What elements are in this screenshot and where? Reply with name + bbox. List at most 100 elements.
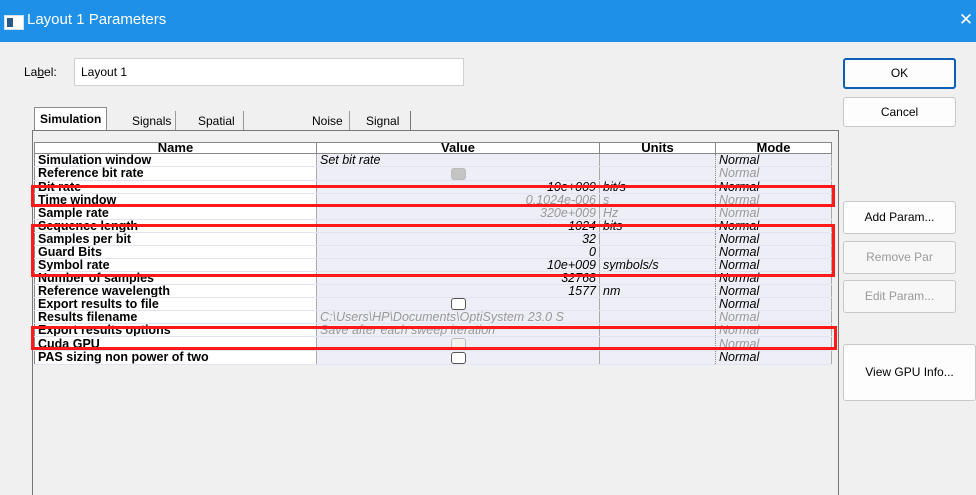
- param-name: Reference bit rate: [34, 166, 317, 181]
- param-value[interactable]: [316, 166, 600, 181]
- table-row[interactable]: Symbol rate 10e+009 symbols/s Normal: [34, 258, 832, 272]
- param-name: Reference wavelength: [34, 284, 317, 298]
- checkbox[interactable]: [450, 298, 466, 310]
- param-mode[interactable]: Normal: [715, 336, 832, 352]
- table-row[interactable]: Bit rate 10e+009 bit/s Normal: [34, 180, 832, 194]
- param-value[interactable]: 10e+009: [316, 258, 600, 272]
- param-mode[interactable]: Normal: [715, 284, 832, 298]
- param-name: PAS sizing non power of two: [34, 350, 317, 365]
- param-mode[interactable]: Normal: [715, 258, 832, 272]
- tab-spatial-effects[interactable]: Spatial effects: [190, 111, 244, 148]
- param-value[interactable]: 320e+009: [316, 206, 600, 220]
- param-mode[interactable]: Normal: [715, 350, 832, 365]
- tab-signals[interactable]: Signals: [128, 111, 177, 131]
- param-mode[interactable]: Normal: [715, 271, 832, 285]
- param-name: Time window: [34, 193, 317, 207]
- param-name: Bit rate: [34, 180, 317, 194]
- param-value[interactable]: [316, 350, 600, 365]
- param-units: [599, 153, 716, 167]
- param-mode[interactable]: Normal: [715, 232, 832, 246]
- cancel-button[interactable]: Cancel: [843, 97, 956, 127]
- param-value[interactable]: 0: [316, 245, 600, 259]
- param-name: Sequence length: [34, 219, 317, 233]
- table-row[interactable]: Reference wavelength 1577 nm Normal: [34, 284, 832, 298]
- param-value[interactable]: 32: [316, 232, 600, 246]
- view-gpu-info-button[interactable]: View GPU Info...: [843, 344, 976, 401]
- column-header-mode[interactable]: Mode: [715, 141, 832, 154]
- table-row[interactable]: Samples per bit 32 Normal: [34, 232, 832, 246]
- checkbox[interactable]: [450, 167, 466, 180]
- param-mode[interactable]: Normal: [715, 245, 832, 259]
- param-name: Symbol rate: [34, 258, 317, 272]
- add-param-button[interactable]: Add Param...: [843, 201, 956, 234]
- param-mode[interactable]: Normal: [715, 323, 832, 338]
- label-caption: Label:: [24, 65, 57, 79]
- table-row[interactable]: Export results to file Normal: [34, 297, 832, 312]
- param-value[interactable]: 32768: [316, 271, 600, 285]
- checkbox[interactable]: [450, 351, 466, 364]
- param-mode[interactable]: Normal: [715, 180, 832, 194]
- table-row[interactable]: Simulation window Set bit rate Normal: [34, 153, 832, 167]
- tab-signal-tracing[interactable]: Signal tracing: [358, 111, 412, 148]
- param-value[interactable]: 1577: [316, 284, 600, 298]
- table-row[interactable]: Guard Bits 0 Normal: [34, 245, 832, 259]
- param-units: [599, 166, 716, 181]
- param-value[interactable]: Set bit rate: [316, 153, 600, 167]
- param-value[interactable]: 1024: [316, 219, 600, 233]
- param-mode[interactable]: Normal: [715, 166, 832, 181]
- table-row[interactable]: Sample rate 320e+009 Hz Normal: [34, 206, 832, 220]
- param-value[interactable]: [316, 336, 600, 352]
- param-name: Guard Bits: [34, 245, 317, 259]
- param-units: [599, 232, 716, 246]
- table-row[interactable]: Number of samples 32768 Normal: [34, 271, 832, 285]
- param-units: bit/s: [599, 180, 716, 194]
- param-units: [599, 310, 716, 325]
- close-icon[interactable]: ✕: [956, 10, 976, 30]
- parameters-table: Name Value Units Mode Simulation window …: [34, 141, 832, 365]
- tab-simulation[interactable]: Simulation: [34, 107, 108, 131]
- param-name: Number of samples: [34, 271, 317, 285]
- tab-noise[interactable]: Noise: [306, 111, 350, 131]
- param-mode[interactable]: Normal: [715, 297, 832, 312]
- column-header-value[interactable]: Value: [316, 141, 600, 154]
- param-value[interactable]: 10e+009: [316, 180, 600, 194]
- param-mode[interactable]: Normal: [715, 219, 832, 233]
- param-value[interactable]: C:\Users\HP\Documents\OptiSystem 23.0 S: [316, 310, 600, 325]
- param-name: Cuda GPU: [34, 336, 317, 352]
- param-units: s: [599, 193, 716, 207]
- param-units: [599, 245, 716, 259]
- param-units: [599, 350, 716, 365]
- remove-param-button[interactable]: Remove Par: [843, 241, 956, 274]
- param-mode[interactable]: Normal: [715, 193, 832, 207]
- ok-button[interactable]: OK: [843, 58, 956, 89]
- title-bar: Layout 1 Parameters ✕: [0, 0, 976, 42]
- param-value[interactable]: [316, 297, 600, 312]
- table-row[interactable]: Results filename C:\Users\HP\Documents\O…: [34, 310, 832, 325]
- checkbox[interactable]: [450, 338, 466, 350]
- param-name: Sample rate: [34, 206, 317, 220]
- window-title: Layout 1 Parameters: [27, 11, 167, 28]
- table-row[interactable]: Time window 0.1024e-006 s Normal: [34, 193, 832, 207]
- param-name: Simulation window: [34, 153, 317, 167]
- param-mode[interactable]: Normal: [715, 206, 832, 220]
- param-units: [599, 297, 716, 312]
- param-units: bits: [599, 219, 716, 233]
- table-row[interactable]: Export results options Save after each s…: [34, 323, 832, 338]
- param-value[interactable]: Save after each sweep iteration: [316, 323, 600, 338]
- edit-param-button[interactable]: Edit Param...: [843, 280, 956, 313]
- table-header: Name Value Units Mode: [34, 141, 832, 154]
- param-name: Export results options: [34, 323, 317, 338]
- label-input[interactable]: [74, 58, 464, 86]
- column-header-name[interactable]: Name: [34, 141, 317, 154]
- param-value[interactable]: 0.1024e-006: [316, 193, 600, 207]
- column-header-units[interactable]: Units: [599, 141, 716, 154]
- param-units: nm: [599, 284, 716, 298]
- param-units: [599, 336, 716, 352]
- param-mode[interactable]: Normal: [715, 153, 832, 167]
- table-row[interactable]: Reference bit rate Normal: [34, 166, 832, 181]
- param-units: symbols/s: [599, 258, 716, 272]
- table-row[interactable]: Sequence length 1024 bits Normal: [34, 219, 832, 233]
- param-mode[interactable]: Normal: [715, 310, 832, 325]
- table-row[interactable]: PAS sizing non power of two Normal: [34, 350, 832, 365]
- table-row[interactable]: Cuda GPU Normal: [34, 336, 832, 352]
